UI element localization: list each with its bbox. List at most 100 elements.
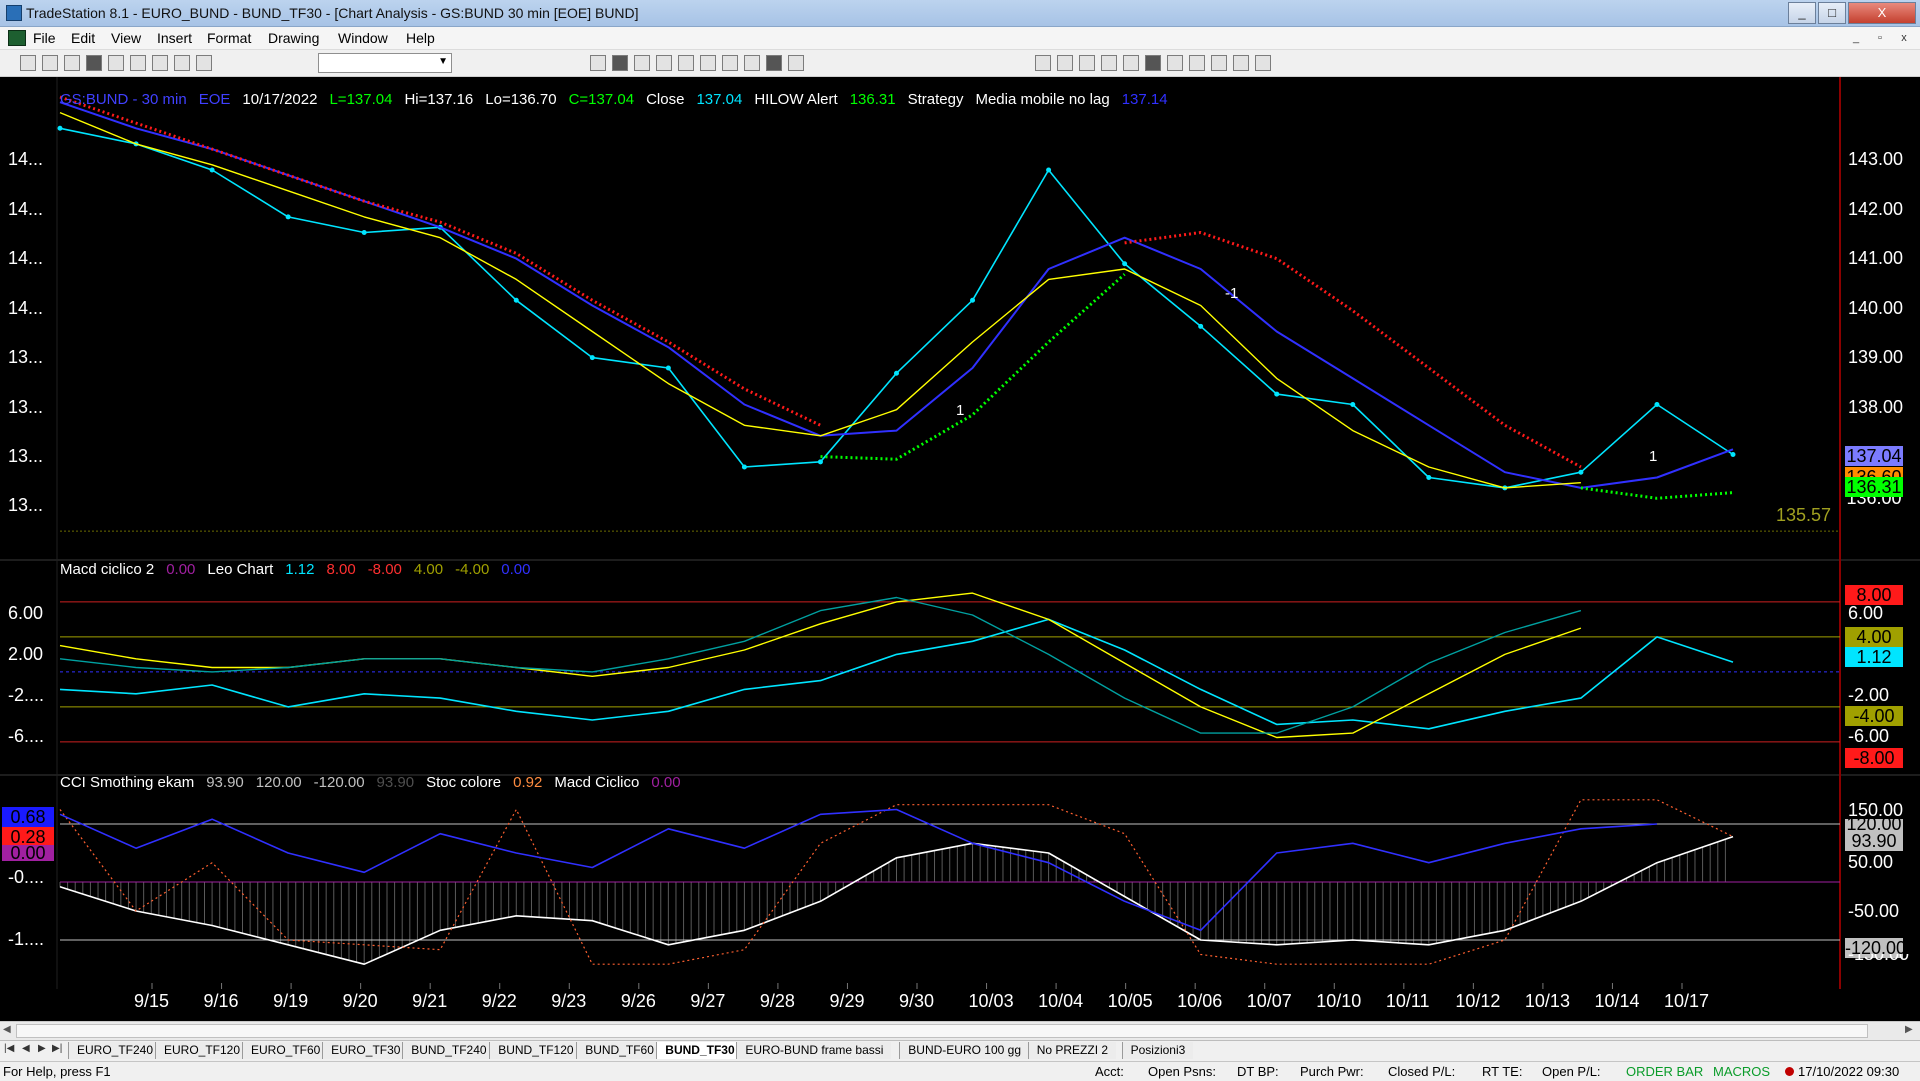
close-button[interactable]: X [1848, 2, 1916, 24]
new-icon[interactable] [20, 55, 36, 71]
zoom-out-icon[interactable] [788, 55, 804, 71]
data-point [1730, 452, 1736, 458]
workspace-tab[interactable]: EURO_TF240 [68, 1042, 162, 1059]
maximize-button[interactable]: □ [1818, 2, 1846, 24]
fib-icon[interactable] [1101, 55, 1117, 71]
mdi-minimize-button[interactable]: _ [1846, 30, 1866, 46]
data-point [817, 459, 823, 465]
pointer-icon[interactable] [1035, 55, 1051, 71]
tab-prev-icon[interactable]: ◀ [22, 1043, 30, 1054]
workspace-tab[interactable]: EURO_TF30 [322, 1042, 409, 1059]
chart-window-icon[interactable] [8, 30, 26, 46]
order-bar-button[interactable]: ORDER BAR [1626, 1064, 1703, 1079]
clipboard-icon[interactable] [196, 55, 212, 71]
workspace-tab[interactable]: BUND_TF30 [656, 1042, 743, 1059]
toolbar [0, 50, 1920, 77]
chart-analysis-window[interactable]: GS:BUND - 30 min EOE 10/17/2022 L=137.04 Hi=… [0, 77, 1920, 1021]
scrollbar-thumb[interactable] [16, 1024, 1868, 1038]
date-tick-label: 10/11 [1385, 991, 1430, 1011]
workspace-tab[interactable]: BUND_TF60 [576, 1042, 662, 1059]
bar-icon[interactable] [634, 55, 650, 71]
date-tick-label: 9/27 [690, 991, 726, 1011]
menu-bar: File Edit View Insert Format Drawing Win… [0, 27, 1920, 50]
series-line-hilow-alert [1580, 486, 1734, 500]
price-right-tick: 139.00 [1848, 347, 1904, 367]
menu-help[interactable]: Help [406, 30, 435, 46]
arrow-up-icon[interactable] [1167, 55, 1183, 71]
tab-first-icon[interactable]: |◀ [4, 1043, 14, 1054]
price-right-tick: 138.00 [1848, 397, 1904, 417]
print-preview-icon[interactable] [152, 55, 168, 71]
mdi-close-button[interactable]: x [1894, 30, 1914, 46]
data-point [970, 297, 976, 303]
workspace-tab[interactable]: BUND-EURO 100 gg [899, 1042, 1030, 1059]
price-flag: 136.00 [1845, 497, 1903, 509]
menu-window[interactable]: Window [338, 30, 388, 46]
trendline-icon[interactable] [1079, 55, 1095, 71]
copy-icon[interactable] [86, 55, 102, 71]
zoom-in-icon[interactable] [766, 55, 782, 71]
save-icon[interactable] [64, 55, 80, 71]
paste-icon[interactable] [108, 55, 124, 71]
strategy-icon[interactable] [700, 55, 716, 71]
menu-view[interactable]: View [111, 30, 141, 46]
price-left-tick: 13... [8, 347, 44, 367]
cci-right-tick: -150.00 [1848, 954, 1910, 964]
horizontal-line-icon[interactable] [1123, 55, 1139, 71]
workspace-tab[interactable]: BUND_TF120 [489, 1042, 582, 1059]
symbol-dropdown[interactable]: ▼ [318, 53, 452, 73]
cci-right-tick: 50.00 [1848, 852, 1894, 872]
chart-style-icon[interactable] [612, 55, 628, 71]
lock-icon[interactable] [174, 55, 190, 71]
date-tick-label: 10/17 [1664, 991, 1710, 1011]
price-left-tick: 14... [8, 199, 44, 219]
grid-icon[interactable] [744, 55, 760, 71]
minimize-button[interactable]: _ [1788, 2, 1816, 24]
menu-insert[interactable]: Insert [157, 30, 192, 46]
rectangle-icon[interactable] [1233, 55, 1249, 71]
workspace-tab[interactable]: BUND_TF240 [402, 1042, 495, 1059]
palette-icon[interactable] [590, 55, 606, 71]
macd-left-tick: 6.00 [8, 603, 44, 623]
series-line-media-mobile-no-lag [59, 101, 1734, 489]
cci-right-tick: -50.00 [1848, 901, 1900, 921]
print-icon[interactable] [130, 55, 146, 71]
datetime-text: 17/10/2022 09:30 [1798, 1064, 1900, 1079]
cci-left-flag: 0.00 [2, 844, 54, 862]
text-icon[interactable] [1255, 55, 1271, 71]
workspace-tab[interactable]: Posizioni3 [1121, 1042, 1194, 1059]
tool-icon[interactable] [1057, 55, 1073, 71]
arrow-down-icon[interactable] [1189, 55, 1205, 71]
scroll-left-icon[interactable]: ◀ [3, 1024, 11, 1035]
horizontal-scrollbar[interactable]: ◀ ▶ [0, 1021, 1920, 1040]
scroll-right-icon[interactable]: ▶ [1905, 1024, 1913, 1035]
vertical-line-icon[interactable] [1145, 55, 1161, 71]
table-icon[interactable] [678, 55, 694, 71]
connection-status-icon [1785, 1067, 1794, 1076]
workspace-tab[interactable]: EURO_TF60 [242, 1042, 329, 1059]
workspace-tab[interactable]: No PREZZI 2 [1027, 1042, 1117, 1059]
mdi-restore-button[interactable]: ▫ [1870, 30, 1890, 46]
series-line-hilow-alert-red- [1124, 231, 1582, 469]
data-point [1350, 401, 1356, 407]
ellipse-icon[interactable] [1211, 55, 1227, 71]
buy-signal-label: 1 [956, 402, 965, 419]
chart-canvas[interactable] [0, 77, 1920, 1021]
workspace-tab-bar: |◀ ◀ ▶ ▶| EURO_TF240 EURO_TF120 EURO_TF60 E… [0, 1040, 1920, 1061]
macros-button[interactable]: MACROS [1713, 1064, 1770, 1079]
tab-last-icon[interactable]: ▶| [52, 1043, 62, 1054]
price-right-tick: 141.00 [1848, 248, 1904, 268]
line-icon[interactable] [656, 55, 672, 71]
menu-drawing[interactable]: Drawing [268, 30, 319, 46]
cci-left-tick: -0.... [8, 867, 45, 887]
menu-format[interactable]: Format [207, 30, 251, 46]
open-icon[interactable] [42, 55, 58, 71]
menu-file[interactable]: File [33, 30, 56, 46]
series-line-yellow-average [59, 111, 1581, 489]
workspace-tab[interactable]: EURO_TF120 [155, 1042, 249, 1059]
workspace-tab[interactable]: EURO-BUND frame bassi [736, 1042, 892, 1059]
status-dt-bp: DT BP: [1237, 1064, 1279, 1079]
menu-edit[interactable]: Edit [71, 30, 95, 46]
tab-next-icon[interactable]: ▶ [38, 1043, 46, 1054]
indicator-icon[interactable] [722, 55, 738, 71]
